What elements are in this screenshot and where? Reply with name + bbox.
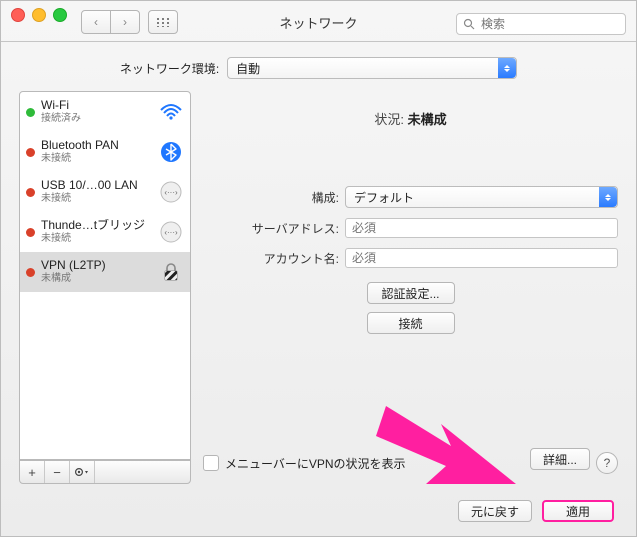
service-status: 未構成 [41,273,158,285]
service-name: USB 10/…00 LAN [41,179,158,193]
status-dot-icon [26,228,35,237]
add-service-button[interactable]: + [20,461,45,483]
service-status: 未接続 [41,193,158,205]
forward-button[interactable]: › [111,10,140,34]
action-menu-button[interactable] [70,461,95,483]
status-value: 未構成 [408,112,447,127]
server-address-input[interactable] [345,218,618,238]
detail-pane: 状況: 未構成 構成: デフォルト サーバアドレス: アカウント名: [203,91,618,484]
status-dot-icon [26,148,35,157]
location-label: ネットワーク環境: [120,60,219,77]
account-name-input[interactable] [345,248,618,268]
content-area: Wi-Fi 接続済み Bluetooth PAN 未接続 [19,91,618,484]
ethernet-icon: ‹···› [158,179,184,205]
config-value: デフォルト [354,189,414,206]
service-status: 未接続 [41,153,158,165]
service-item-bluetooth[interactable]: Bluetooth PAN 未接続 [20,132,190,172]
service-status: 接続済み [41,113,158,125]
service-sidebar: Wi-Fi 接続済み Bluetooth PAN 未接続 [19,91,191,484]
toolbar-divider [1,41,636,42]
status-row: 状況: 未構成 [203,109,618,128]
status-dot-icon [26,268,35,277]
connect-button[interactable]: 接続 [367,312,455,334]
chevron-updown-icon [498,58,516,78]
search-field[interactable] [456,13,626,35]
status-label: 状況: [374,112,404,127]
service-item-usb-lan[interactable]: USB 10/…00 LAN 未接続 ‹···› [20,172,190,212]
search-icon [463,18,475,30]
lock-icon [158,259,184,285]
footer-buttons: 元に戻す 適用 [458,500,614,522]
location-select[interactable]: 自動 [227,57,517,79]
config-select[interactable]: デフォルト [345,186,618,208]
wifi-icon [158,99,184,125]
apply-button[interactable]: 適用 [542,500,614,522]
network-preferences-window: ‹ › ネットワーク ネットワーク環境: 自動 Wi-Fi 接続済み [0,0,637,537]
service-name: Wi-Fi [41,99,158,113]
help-button[interactable]: ? [596,452,618,474]
service-status: 未接続 [41,233,158,245]
show-all-button[interactable] [148,10,178,34]
revert-button[interactable]: 元に戻す [458,500,532,522]
remove-service-button[interactable]: − [45,461,70,483]
service-list: Wi-Fi 接続済み Bluetooth PAN 未接続 [19,91,191,460]
nav-buttons: ‹ › [81,10,140,34]
details-button[interactable]: 詳細... [530,448,590,470]
service-toolbar: + − [19,460,191,484]
menubar-row: メニューバーにVPNの状況を表示 詳細... ? [203,448,618,478]
account-label: アカウント名: [203,250,339,267]
menubar-checkbox[interactable] [203,455,219,471]
menubar-checkbox-label: メニューバーにVPNの状況を表示 [225,455,406,472]
toolbar: ‹ › ネットワーク [1,7,636,37]
gear-icon [74,466,90,478]
location-row: ネットワーク環境: 自動 [1,57,636,79]
auth-settings-button[interactable]: 認証設定... [367,282,455,304]
status-dot-icon [26,188,35,197]
search-input[interactable] [479,16,637,32]
service-name: Thunde…tブリッジ [41,219,158,233]
service-name: Bluetooth PAN [41,139,158,153]
back-button[interactable]: ‹ [81,10,111,34]
svg-text:‹···›: ‹···› [164,188,178,197]
server-label: サーバアドレス: [203,220,339,237]
svg-text:‹···›: ‹···› [164,228,178,237]
config-form: 構成: デフォルト サーバアドレス: アカウント名: 認証設定... 接 [203,186,618,342]
ethernet-icon: ‹···› [158,219,184,245]
grid-icon [156,17,170,27]
location-value: 自動 [236,60,260,77]
service-name: VPN (L2TP) [41,259,158,273]
chevron-updown-icon [599,187,617,207]
service-item-vpn[interactable]: VPN (L2TP) 未構成 [20,252,190,292]
config-label: 構成: [203,189,339,206]
bluetooth-icon [158,139,184,165]
service-item-thunderbolt[interactable]: Thunde…tブリッジ 未接続 ‹···› [20,212,190,252]
service-item-wifi[interactable]: Wi-Fi 接続済み [20,92,190,132]
status-dot-icon [26,108,35,117]
